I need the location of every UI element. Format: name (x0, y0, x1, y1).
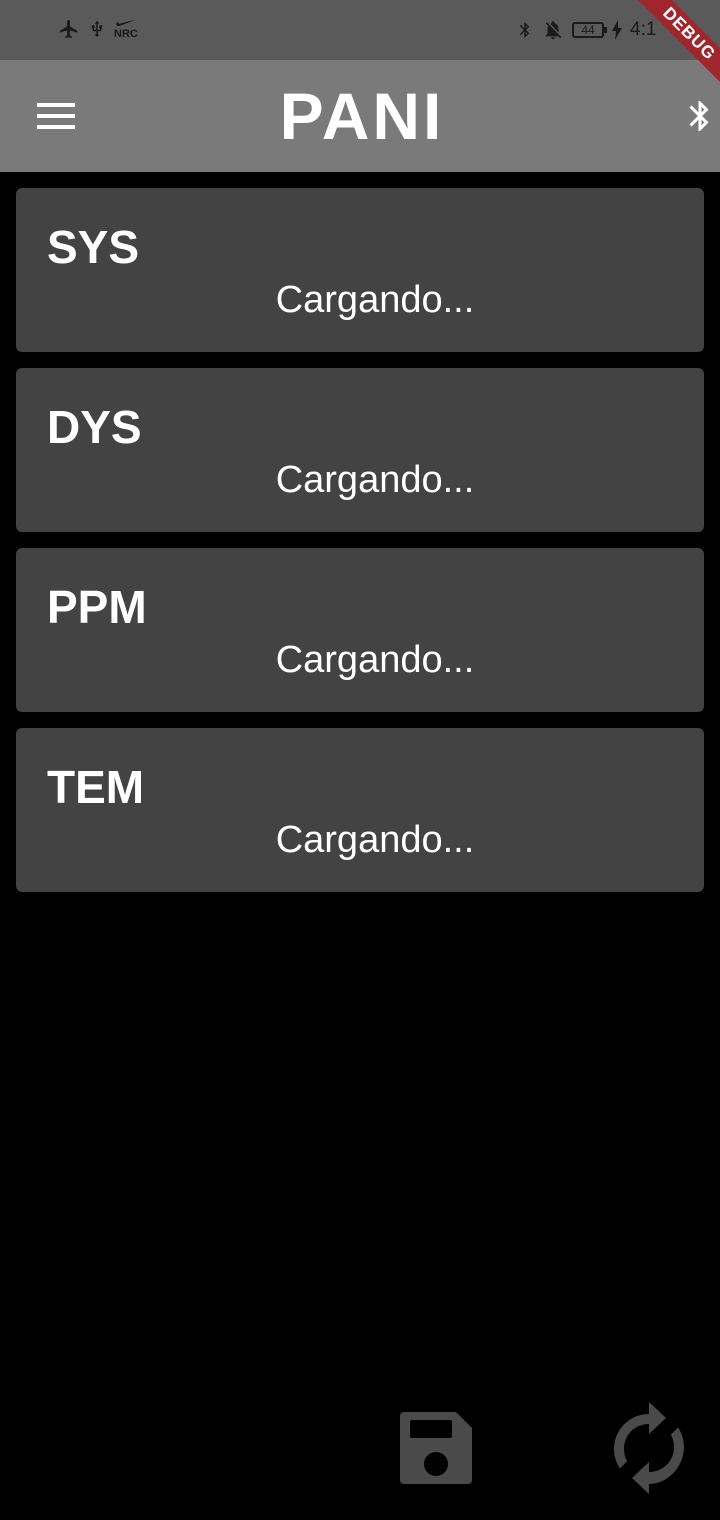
card-value: Cargando... (275, 819, 475, 861)
status-clock: 4:1 (630, 19, 657, 40)
nrc-label: NRC (114, 27, 138, 40)
app-bar: PANI (0, 60, 720, 172)
card-value: Cargando... (275, 459, 475, 501)
floppy-disk-icon (400, 1412, 472, 1484)
status-bar: NRC 44 4:1 (0, 0, 720, 60)
status-left-icons: NRC (58, 18, 138, 40)
bluetooth-status-icon (519, 22, 530, 38)
refresh-button[interactable] (608, 1400, 690, 1496)
battery-icon: 44 (572, 22, 607, 38)
bluetooth-button[interactable] (680, 92, 720, 140)
card-value: Cargando... (275, 639, 475, 681)
card-label: DYS (47, 401, 142, 453)
notifications-off-icon (545, 21, 562, 40)
nrc-badge: NRC (114, 19, 138, 40)
refresh-icon (614, 1402, 684, 1494)
nike-icon (116, 19, 136, 26)
app-title: PANI (279, 79, 445, 153)
airplane-icon (59, 19, 78, 39)
app-screen: NRC 44 4:1 PANI SYS Cargando... DYS Carg… (0, 0, 720, 1520)
card-ppm: PPM Cargando... (16, 548, 704, 712)
status-right-icons: 44 4:1 (516, 18, 662, 42)
save-button[interactable] (396, 1408, 476, 1488)
card-value: Cargando... (275, 279, 475, 321)
card-label: SYS (47, 221, 140, 273)
battery-level: 44 (581, 23, 595, 37)
card-sys: SYS Cargando... (16, 188, 704, 352)
card-tem: TEM Cargando... (16, 728, 704, 892)
usb-icon (91, 20, 103, 37)
charging-icon (612, 20, 622, 40)
card-label: PPM (47, 581, 147, 633)
bluetooth-icon (689, 101, 709, 131)
card-dys: DYS Cargando... (16, 368, 704, 532)
card-label: TEM (47, 761, 145, 813)
measurement-list: SYS Cargando... DYS Cargando... PPM Carg… (16, 188, 704, 908)
